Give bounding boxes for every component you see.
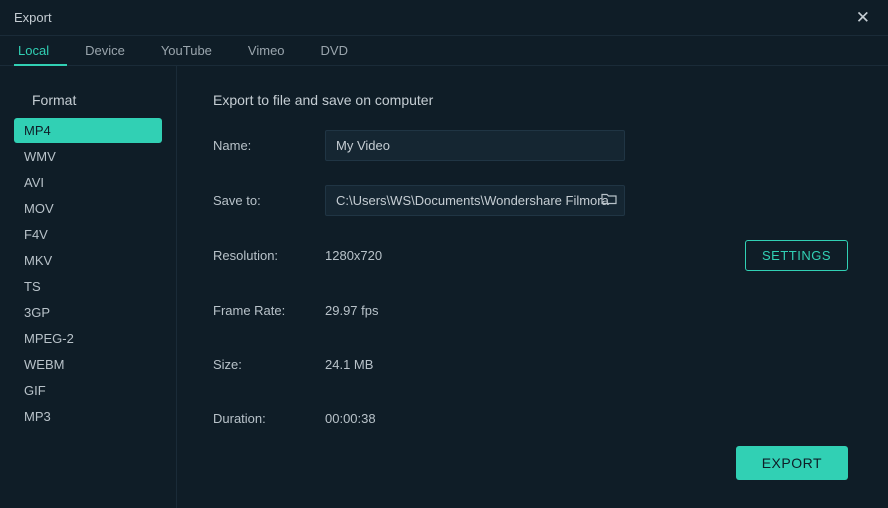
format-item-mkv[interactable]: MKV: [14, 248, 162, 273]
tab-youtube[interactable]: YouTube: [143, 36, 230, 65]
resolution-label: Resolution:: [213, 248, 325, 263]
size-value: 24.1 MB: [325, 357, 373, 372]
duration-value: 00:00:38: [325, 411, 376, 426]
format-item-mp3[interactable]: MP3: [14, 404, 162, 429]
resolution-row: Resolution: 1280x720 SETTINGS: [213, 240, 848, 271]
titlebar: Export ✕: [0, 0, 888, 36]
export-button[interactable]: EXPORT: [736, 446, 848, 480]
close-button[interactable]: ✕: [852, 8, 874, 28]
name-input[interactable]: [325, 130, 625, 161]
settings-button[interactable]: SETTINGS: [745, 240, 848, 271]
format-item-ts[interactable]: TS: [14, 274, 162, 299]
format-item-webm[interactable]: WEBM: [14, 352, 162, 377]
format-item-wmv[interactable]: WMV: [14, 144, 162, 169]
format-sidebar: Format MP4 WMV AVI MOV F4V MKV TS 3GP MP…: [0, 66, 177, 508]
name-label: Name:: [213, 138, 325, 153]
tab-dvd[interactable]: DVD: [303, 36, 366, 65]
window-title: Export: [14, 10, 52, 25]
tab-device[interactable]: Device: [67, 36, 143, 65]
content-area: Format MP4 WMV AVI MOV F4V MKV TS 3GP MP…: [0, 66, 888, 508]
format-item-3gp[interactable]: 3GP: [14, 300, 162, 325]
tab-local[interactable]: Local: [14, 36, 67, 65]
format-item-avi[interactable]: AVI: [14, 170, 162, 195]
format-item-gif[interactable]: GIF: [14, 378, 162, 403]
main-panel: Export to file and save on computer Name…: [177, 66, 888, 508]
saveto-row: Save to: C:\Users\WS\Documents\Wondersha…: [213, 185, 848, 216]
size-label: Size:: [213, 357, 325, 372]
format-item-f4v[interactable]: F4V: [14, 222, 162, 247]
framerate-row: Frame Rate: 29.97 fps: [213, 295, 848, 325]
size-row: Size: 24.1 MB: [213, 349, 848, 379]
name-row: Name:: [213, 130, 848, 161]
saveto-label: Save to:: [213, 193, 325, 208]
framerate-value: 29.97 fps: [325, 303, 379, 318]
tab-vimeo[interactable]: Vimeo: [230, 36, 303, 65]
panel-title: Export to file and save on computer: [213, 92, 848, 108]
resolution-value: 1280x720: [325, 248, 382, 263]
folder-icon[interactable]: [601, 191, 617, 210]
format-header: Format: [14, 92, 162, 118]
saveto-input[interactable]: C:\Users\WS\Documents\Wondershare Filmor…: [325, 185, 625, 216]
duration-row: Duration: 00:00:38: [213, 403, 848, 433]
tab-bar: Local Device YouTube Vimeo DVD: [0, 36, 888, 66]
format-item-mpeg2[interactable]: MPEG-2: [14, 326, 162, 351]
saveto-field-wrap: C:\Users\WS\Documents\Wondershare Filmor…: [325, 185, 625, 216]
format-item-mp4[interactable]: MP4: [14, 118, 162, 143]
duration-label: Duration:: [213, 411, 325, 426]
framerate-label: Frame Rate:: [213, 303, 325, 318]
format-item-mov[interactable]: MOV: [14, 196, 162, 221]
